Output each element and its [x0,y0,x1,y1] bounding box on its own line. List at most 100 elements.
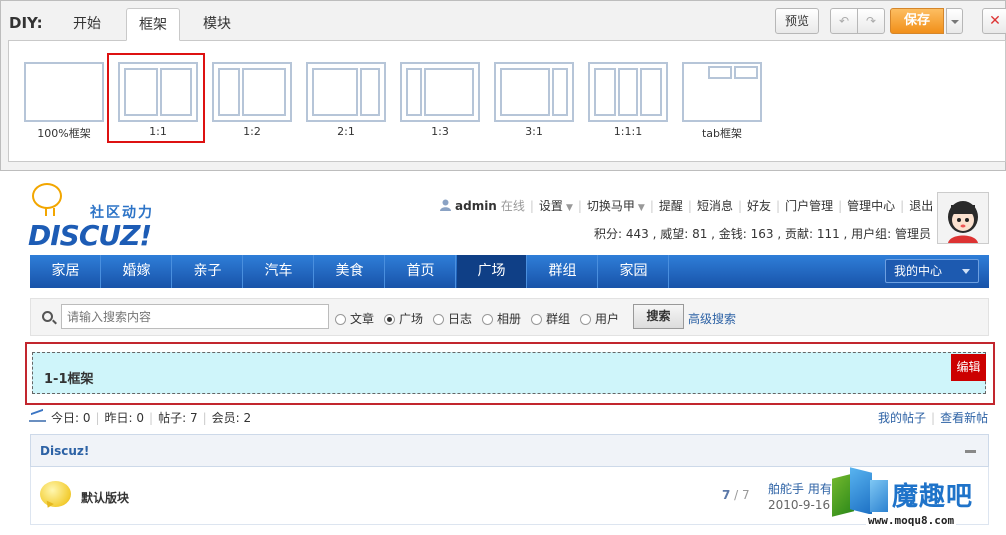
search-input[interactable] [61,304,329,329]
radio-label: 群组 [546,312,571,326]
forum-name-link[interactable]: 默认版块 [81,489,129,506]
frame-option-100[interactable]: 100%框架 [23,62,105,142]
site-stats: 今日: 0 | 昨日: 0 | 帖子: 7 | 会员: 2 [51,411,252,425]
watermark: 魔趣吧 www.moqu8.com [830,467,1000,532]
undo-icon: ↶ [838,14,850,28]
search-type-blog[interactable]: 日志 [433,310,473,326]
redo-button[interactable]: ↷ [857,8,885,34]
preview-button[interactable]: 预览 [775,8,819,34]
logo-text: DISCUZ! [28,219,152,252]
forum-thread-count: 7 [722,488,731,502]
user-credits[interactable]: 积分: 443 , 威望: 81 , 金钱: 163 , 贡献: 111 , 用… [594,225,931,242]
admin-center-link[interactable]: 管理中心 [847,197,895,214]
search-type-user[interactable]: 用户 [580,310,620,326]
cube-logo-icon [850,467,872,515]
frame-option-label: 100%框架 [37,127,91,140]
tab-module[interactable]: 模块 [190,8,244,41]
nav-item-home[interactable]: 家园 [599,255,669,288]
search-type-plaza[interactable]: 广场 [384,310,424,326]
tab-frame[interactable]: 框架 [126,8,180,41]
frame-option-1-3[interactable]: 1:3 [399,62,481,142]
frame-title: 1-1框架 [44,372,94,387]
radio-label: 用户 [595,312,620,326]
chevron-down-icon: ▼ [565,203,573,213]
stat-today: 今日: 0 [51,411,91,425]
redo-icon: ↷ [865,14,877,28]
username-link[interactable]: admin [455,199,497,213]
radio-label: 文章 [350,312,375,326]
save-dropdown-button[interactable] [946,8,963,34]
my-posts-link[interactable]: 我的帖子 [878,411,926,425]
stat-members: 会员: 2 [211,411,252,425]
frame-block[interactable] [32,352,986,394]
forum-last-post-date: 2010-9-16 [768,498,831,512]
watermark-text: 魔趣吧 [892,482,974,512]
frame-option-tab[interactable]: tab框架 [681,62,763,142]
nav-item-homepage[interactable]: 首页 [386,255,456,288]
tab-start[interactable]: 开始 [60,8,114,41]
undo-button[interactable]: ↶ [830,8,858,34]
search-type-article[interactable]: 文章 [335,310,375,326]
nav-item-food[interactable]: 美食 [315,255,385,288]
radio-label: 日志 [448,312,473,326]
radio-label: 相册 [497,312,522,326]
frame-layout-icon [588,62,668,122]
avatar[interactable] [937,192,989,244]
frame-option-3-1[interactable]: 3:1 [493,62,575,142]
frame-layout-icon [400,62,480,122]
nav-item-parenting[interactable]: 亲子 [173,255,243,288]
edit-frame-button[interactable]: 编辑 [951,354,986,381]
save-button[interactable]: 保存 [890,8,944,34]
frame-layout-icon [682,62,762,122]
diy-title: DIY: [9,14,43,32]
portal-manage-link[interactable]: 门户管理 [785,197,833,214]
forum-category-header [30,434,989,467]
nav-item-wedding[interactable]: 婚嫁 [102,255,172,288]
close-button[interactable]: ✕ [982,8,1006,34]
search-type-group[interactable]: 群组 [531,310,571,326]
frame-option-1-2[interactable]: 1:2 [211,62,293,142]
reminder-link[interactable]: 提醒 [659,197,683,214]
new-posts-link[interactable]: 查看新帖 [940,411,988,425]
messages-link[interactable]: 短消息 [697,197,733,214]
search-type-album[interactable]: 相册 [482,310,522,326]
search-button[interactable]: 搜索 [633,304,684,329]
forum-counts: 7 / 7 [722,488,750,502]
close-icon: ✕ [989,13,1001,29]
cube-logo-icon [870,480,888,512]
frame-option-label: 1:2 [243,125,261,138]
forum-category-title[interactable]: Discuz! [40,444,89,458]
advanced-search-link[interactable]: 高级搜索 [688,310,736,327]
stat-posts: 帖子: 7 [158,411,198,425]
stats-links: 我的帖子 | 查看新帖 [878,411,989,425]
forum-last-post-link[interactable]: 舶舵手 用有 [768,480,832,497]
stat-yesterday: 昨日: 0 [104,411,145,425]
user-toolbar: admin 在线 | 设置 ▼ | 切换马甲 ▼ | 提醒 | 短消息 | 好友 | 门户管理 | 管理中心 | 退出 [440,197,933,213]
watermark-url: www.moqu8.com [866,514,957,527]
frame-option-label: 1:3 [431,125,449,138]
chevron-down-icon: ▼ [637,203,645,213]
search-icon [42,311,53,322]
radio-label: 广场 [399,312,424,326]
friends-link[interactable]: 好友 [747,197,771,214]
logout-link[interactable]: 退出 [909,197,933,214]
frame-option-2-1[interactable]: 2:1 [305,62,387,142]
frame-layout-icon [24,62,104,122]
frame-option-label: tab框架 [701,127,743,140]
my-center-dropdown[interactable]: 我的中心 [885,259,979,283]
settings-link[interactable]: 设置 [539,197,563,214]
frame-option-1-1-1[interactable]: 1:1:1 [587,62,669,142]
frame-selection-highlight [107,53,205,143]
nav-item-groups[interactable]: 群组 [528,255,598,288]
frame-layout-icon [494,62,574,122]
site-logo[interactable]: 社区动力 DISCUZ! [28,183,163,252]
nav-item-cars[interactable]: 汽车 [244,255,314,288]
collapse-icon[interactable] [965,450,976,453]
nav-item-plaza[interactable]: 广场 [457,255,527,288]
chart-icon [29,408,46,422]
nav-item-home-furnishing[interactable]: 家居 [31,255,101,288]
user-icon [440,199,451,211]
switch-account-link[interactable]: 切换马甲 [587,197,635,214]
frame-option-label: 3:1 [525,125,543,138]
online-status: 在线 [500,199,525,213]
